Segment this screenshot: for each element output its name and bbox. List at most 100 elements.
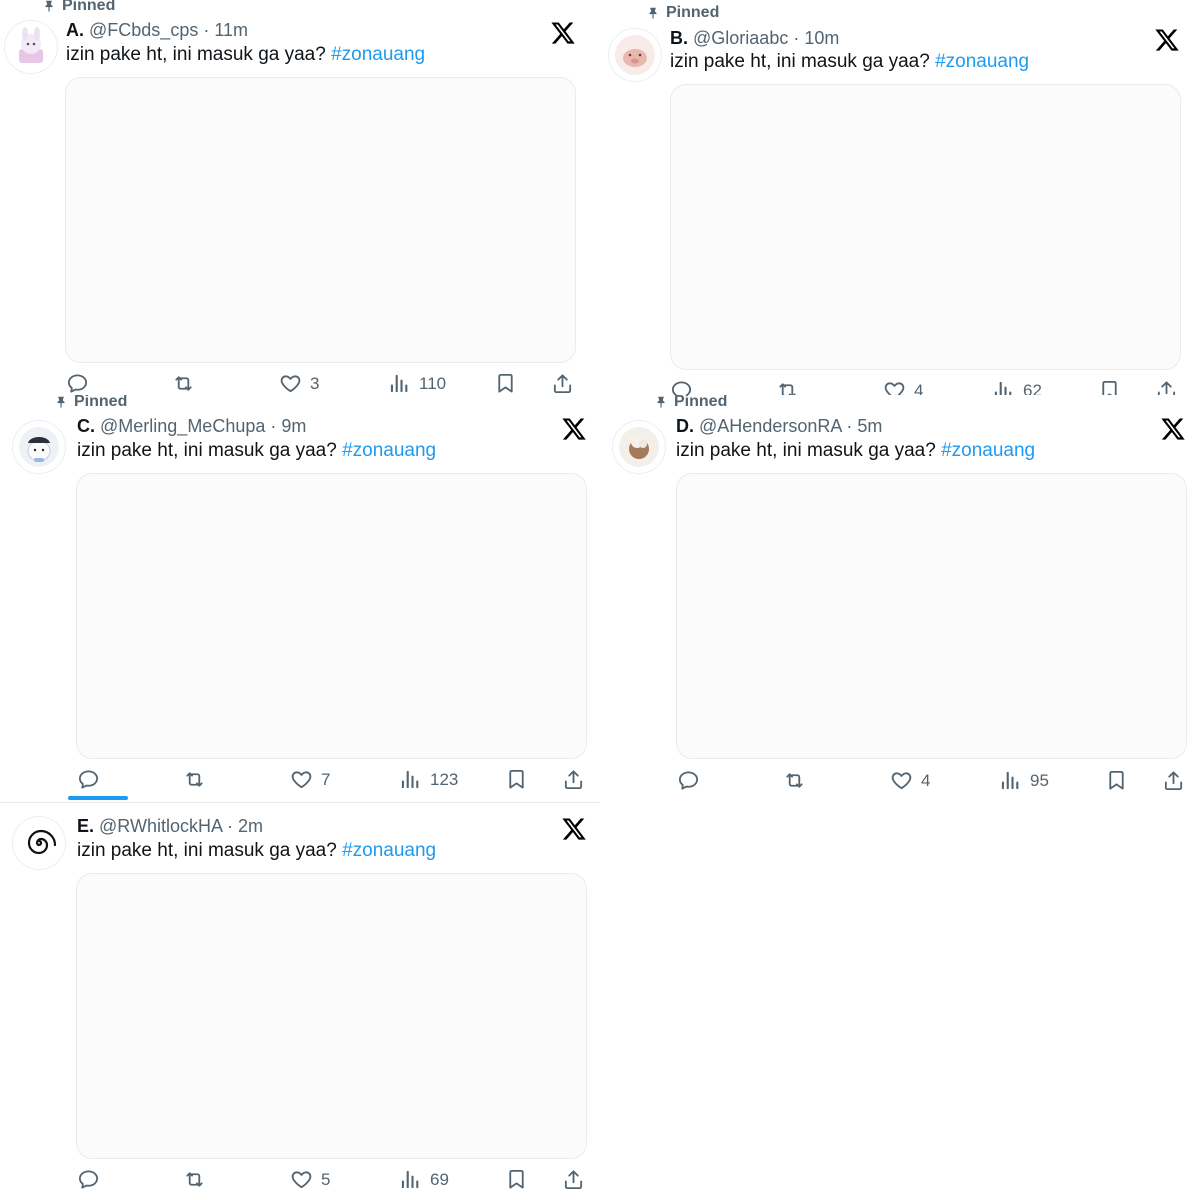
hashtag-link[interactable]: #zonauang (342, 840, 436, 861)
x-logo-icon (1161, 418, 1185, 440)
tweet-card-a[interactable]: Pinned A. @FCbds_cps · 11m izin pake ht,… (0, 0, 600, 400)
bookmark-icon (498, 373, 513, 393)
pin-icon (45, 0, 53, 12)
hashtag-link[interactable]: #zonauang (342, 440, 436, 461)
timestamp[interactable]: 2m (238, 816, 263, 836)
tweet-media[interactable] (65, 77, 576, 363)
tweet-header: E. @RWhitlockHA · 2m (77, 816, 264, 836)
pin-icon (657, 396, 665, 408)
tweet-header: D. @AHendersonRA · 5m (676, 416, 883, 436)
user-handle[interactable]: @AHendersonRA (699, 416, 841, 436)
tweet-text: izin pake ht, ini masuk ga yaa? #zonauan… (77, 440, 437, 461)
tweet-card-c[interactable]: Pinned C. @Merling_MeChupa · 9m izin pak… (0, 395, 600, 802)
reply-button[interactable] (677, 769, 700, 792)
tweet-header: C. @Merling_MeChupa · 9m (77, 416, 307, 436)
bookmark-button[interactable] (505, 768, 528, 791)
x-logo-icon (562, 418, 586, 440)
display-name[interactable]: D. (676, 416, 694, 436)
share-button[interactable] (1162, 769, 1185, 792)
tweet-text: izin pake ht, ini masuk ga yaa? #zonauan… (670, 51, 1030, 72)
tweet-card-b[interactable]: Pinned B. @Gloriaabc · 10m izin pake ht,… (604, 0, 1200, 398)
retweet-icon (186, 1172, 203, 1187)
timestamp[interactable]: 10m (804, 28, 839, 48)
like-button[interactable]: 4 (890, 769, 930, 792)
views-button[interactable]: 110 (388, 372, 446, 395)
pin-icon (649, 7, 657, 19)
reply-button[interactable] (66, 372, 89, 395)
timestamp[interactable]: 5m (857, 416, 882, 436)
user-handle[interactable]: @Merling_MeChupa (100, 416, 265, 436)
retweet-button[interactable] (183, 768, 206, 791)
like-icon (291, 771, 312, 789)
like-button[interactable]: 5 (290, 1168, 330, 1191)
hashtag-link[interactable]: #zonauang (331, 44, 425, 65)
views-button[interactable]: 123 (399, 768, 458, 791)
reply-button[interactable] (77, 1168, 100, 1191)
avatar[interactable] (608, 28, 662, 82)
tweet-media[interactable] (76, 873, 587, 1159)
reply-icon (78, 1170, 99, 1189)
tweet-text: izin pake ht, ini masuk ga yaa? #zonauan… (77, 840, 437, 861)
display-name[interactable]: C. (77, 416, 95, 436)
retweet-button[interactable] (783, 769, 806, 792)
views-button[interactable]: 95 (999, 769, 1049, 792)
views-button[interactable]: 69 (399, 1168, 449, 1191)
reply-button[interactable] (77, 768, 100, 791)
retweet-icon (186, 772, 203, 787)
tweet-header: B. @Gloriaabc · 10m (670, 28, 840, 48)
bookmark-icon (1109, 770, 1124, 790)
bookmark-button[interactable] (1105, 769, 1128, 792)
tweet-card-d[interactable]: Pinned D. @AHendersonRA · 5m izin pake h… (604, 395, 1200, 802)
bookmark-button[interactable] (494, 372, 517, 395)
views-icon (390, 374, 408, 393)
like-icon (891, 772, 912, 790)
active-tab-indicator (68, 796, 128, 800)
user-handle[interactable]: @FCbds_cps (89, 20, 198, 40)
hashtag-link[interactable]: #zonauang (941, 440, 1035, 461)
like-count: 7 (321, 769, 331, 789)
share-icon (1164, 771, 1183, 791)
avatar[interactable] (12, 420, 66, 474)
pinned-indicator: Pinned (42, 0, 115, 16)
user-handle[interactable]: @Gloriaabc (693, 28, 788, 48)
display-name[interactable]: B. (670, 28, 688, 48)
retweet-button[interactable] (172, 372, 195, 395)
views-icon (401, 1170, 419, 1189)
share-button[interactable] (551, 372, 574, 395)
like-button[interactable]: 3 (279, 372, 319, 395)
bookmark-button[interactable] (505, 1168, 528, 1191)
avatar[interactable] (12, 816, 66, 870)
reply-icon (678, 771, 699, 790)
tweet-header: A. @FCbds_cps · 11m (66, 20, 249, 40)
share-icon (564, 770, 583, 790)
tweet-text: izin pake ht, ini masuk ga yaa? #zonauan… (66, 44, 426, 65)
timestamp[interactable]: 9m (281, 416, 306, 436)
reply-icon (78, 770, 99, 789)
user-handle[interactable]: @RWhitlockHA (99, 816, 222, 836)
tweet-media[interactable] (76, 473, 587, 759)
tweet-text: izin pake ht, ini masuk ga yaa? #zonauan… (676, 440, 1036, 461)
retweet-button[interactable] (183, 1168, 206, 1191)
tweet-media[interactable] (676, 473, 1187, 759)
share-button[interactable] (562, 768, 585, 791)
share-icon (553, 374, 572, 394)
reply-icon (67, 374, 88, 393)
like-icon (280, 375, 301, 393)
avatar[interactable] (612, 420, 666, 474)
display-name[interactable]: E. (77, 816, 94, 836)
views-icon (401, 770, 419, 789)
tweet-card-e[interactable]: E. @RWhitlockHA · 2m izin pake ht, ini m… (0, 803, 600, 1200)
hashtag-link[interactable]: #zonauang (935, 51, 1029, 72)
x-logo-icon (551, 22, 575, 44)
retweet-icon (786, 773, 803, 788)
x-logo-icon (562, 818, 586, 840)
like-count: 5 (321, 1169, 331, 1189)
like-button[interactable]: 7 (290, 768, 330, 791)
views-count: 110 (419, 373, 447, 393)
display-name[interactable]: A. (66, 20, 84, 40)
share-button[interactable] (562, 1168, 585, 1191)
pinned-indicator: Pinned (54, 395, 127, 412)
avatar[interactable] (4, 20, 58, 74)
timestamp[interactable]: 11m (214, 20, 248, 40)
tweet-media[interactable] (670, 84, 1181, 370)
